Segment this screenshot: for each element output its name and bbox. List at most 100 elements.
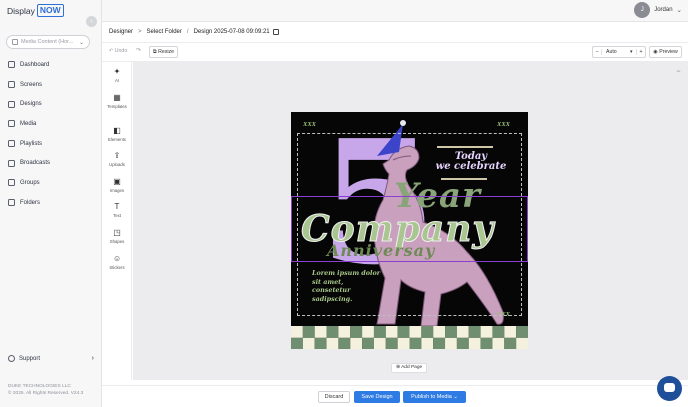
tool-label: Templates [107, 104, 127, 109]
resize-label: Resize [158, 49, 175, 55]
checker-square [314, 326, 327, 338]
checker-square [409, 326, 422, 338]
copyright-text: © 2025. All Rights Reserved. V24.3 [8, 391, 84, 396]
playlists-icon [8, 140, 15, 148]
publish-to-media-button[interactable]: Publish to Media ⌄ [403, 391, 466, 403]
checker-square [302, 326, 315, 338]
app-logo[interactable]: Display NOW [7, 4, 64, 17]
more-options-icon[interactable]: ··· [676, 68, 681, 75]
tool-ai[interactable]: ✦ AI [102, 67, 132, 84]
image-icon: ▣ [113, 177, 121, 186]
tool-label: Text [113, 213, 121, 218]
preview-label: Preview [659, 49, 678, 55]
undo-button[interactable]: ↶ Undo [109, 48, 127, 54]
design-xxx-top-left: XXX [303, 121, 317, 128]
zoom-select[interactable]: Auto [602, 49, 630, 55]
breadcrumb-separator: / [186, 29, 189, 35]
checker-square [397, 326, 410, 338]
publish-label: Publish to Media [411, 394, 452, 400]
tool-stickers[interactable]: ☺ Stickers [102, 255, 132, 271]
support-label: Support [19, 355, 41, 362]
checker-square [385, 326, 398, 338]
selection-box[interactable] [291, 196, 528, 262]
tool-elements[interactable]: ◧ Elements [102, 127, 132, 143]
logo-badge: NOW [36, 4, 64, 17]
text-icon: T [114, 202, 120, 211]
sidebar-item-broadcasts[interactable]: Broadcasts [0, 153, 102, 173]
checker-square [421, 326, 434, 338]
sidebar-item-label: Designs [20, 101, 42, 108]
sidebar-nav: Dashboard Screens Designs Media Playlist… [0, 55, 102, 213]
sidebar-item-media[interactable]: Media [0, 114, 102, 134]
save-design-button[interactable]: Save Design [354, 391, 400, 403]
checker-square [421, 337, 434, 349]
breadcrumb-select-folder[interactable]: Select Folder [147, 29, 182, 35]
user-menu[interactable]: J Jordan ⌄ [634, 2, 682, 18]
resize-icon: ⧉ [153, 49, 157, 55]
sidebar-item-designs[interactable]: Designs [0, 94, 102, 114]
copy-icon[interactable] [272, 29, 279, 35]
checker-square [445, 337, 457, 349]
logo-text: Display [7, 5, 35, 16]
sidebar-item-label: Media [20, 120, 37, 127]
sidebar-item-playlists[interactable]: Playlists [0, 134, 102, 154]
avatar: J [634, 2, 651, 18]
designs-icon [8, 100, 15, 108]
support-link[interactable]: Support › [8, 355, 94, 362]
sparkle-icon: ✦ [113, 67, 121, 76]
sidebar-item-label: Dashboard [20, 61, 50, 68]
checker-square [445, 326, 457, 338]
tool-label: Images [109, 188, 125, 193]
media-content-select[interactable]: Media Content (Hor... ⌄ [6, 35, 90, 49]
preview-button[interactable]: ◉ Preview [649, 46, 682, 58]
breadcrumb-designer[interactable]: Designer [109, 29, 133, 35]
sidebar-item-groups[interactable]: Groups [0, 173, 102, 193]
checker-square [504, 337, 517, 349]
sidebar-item-label: Playlists [20, 140, 43, 147]
sidebar-item-screens[interactable]: Screens [0, 75, 102, 95]
checker-square [433, 326, 446, 338]
dashboard-icon [8, 61, 15, 69]
checker-square [326, 337, 339, 349]
sidebar-item-folders[interactable]: Folders [0, 193, 102, 213]
tool-images[interactable]: ▣ Images [102, 177, 132, 194]
chevron-down-icon: ⌄ [676, 7, 682, 14]
tool-shapes[interactable]: ◳ Shapes [102, 228, 132, 245]
zoom-in-button[interactable]: + [636, 49, 645, 55]
broadcasts-icon [8, 159, 15, 167]
breadcrumb: Designer > Select Folder / Design 2025-0… [102, 22, 688, 43]
lorem-text[interactable]: Lorem ipsum dolor sit amet, consetetur s… [312, 269, 382, 303]
checker-square [433, 337, 446, 349]
shapes-icon: ◳ [113, 228, 121, 237]
add-page-button[interactable]: ⊕ Add Page [391, 363, 428, 373]
chat-widget-button[interactable] [657, 376, 682, 401]
add-page-icon: ⊕ [396, 365, 401, 370]
tool-templates[interactable]: ▦ Templates [102, 94, 132, 110]
checker-square [480, 337, 493, 349]
sidebar-item-label: Folders [20, 199, 41, 206]
checker-square [409, 337, 422, 349]
checker-square [350, 337, 363, 349]
design-name[interactable]: Design 2025-07-08 09:09:21 [194, 29, 270, 35]
tool-text[interactable]: T Text [102, 202, 132, 219]
resize-button[interactable]: ⧉ Resize [149, 46, 179, 58]
sidebar-item-label: Screens [20, 81, 43, 88]
today-text[interactable]: Today we celebrate [431, 152, 511, 172]
checker-square [504, 326, 517, 338]
checker-square [314, 337, 327, 349]
checker-square [468, 326, 481, 338]
redo-button[interactable]: ↷ [136, 47, 141, 54]
media-select-icon [12, 39, 18, 45]
sidebar-item-dashboard[interactable]: Dashboard [0, 55, 102, 75]
zoom-out-button[interactable]: − [593, 49, 602, 55]
design-xxx-top-right: XXX [497, 121, 511, 128]
discard-button[interactable]: Discard [318, 391, 350, 403]
checker-square [302, 337, 315, 349]
media-select-value: Media Content (Hor... [21, 39, 74, 45]
chat-bubble-icon [664, 383, 675, 392]
checker-square [326, 326, 339, 338]
collapse-sidebar-button[interactable]: ‹ [86, 16, 97, 27]
checker-square [350, 326, 363, 338]
media-icon [8, 120, 15, 128]
tool-uploads[interactable]: ⇪ Uploads [102, 152, 132, 168]
